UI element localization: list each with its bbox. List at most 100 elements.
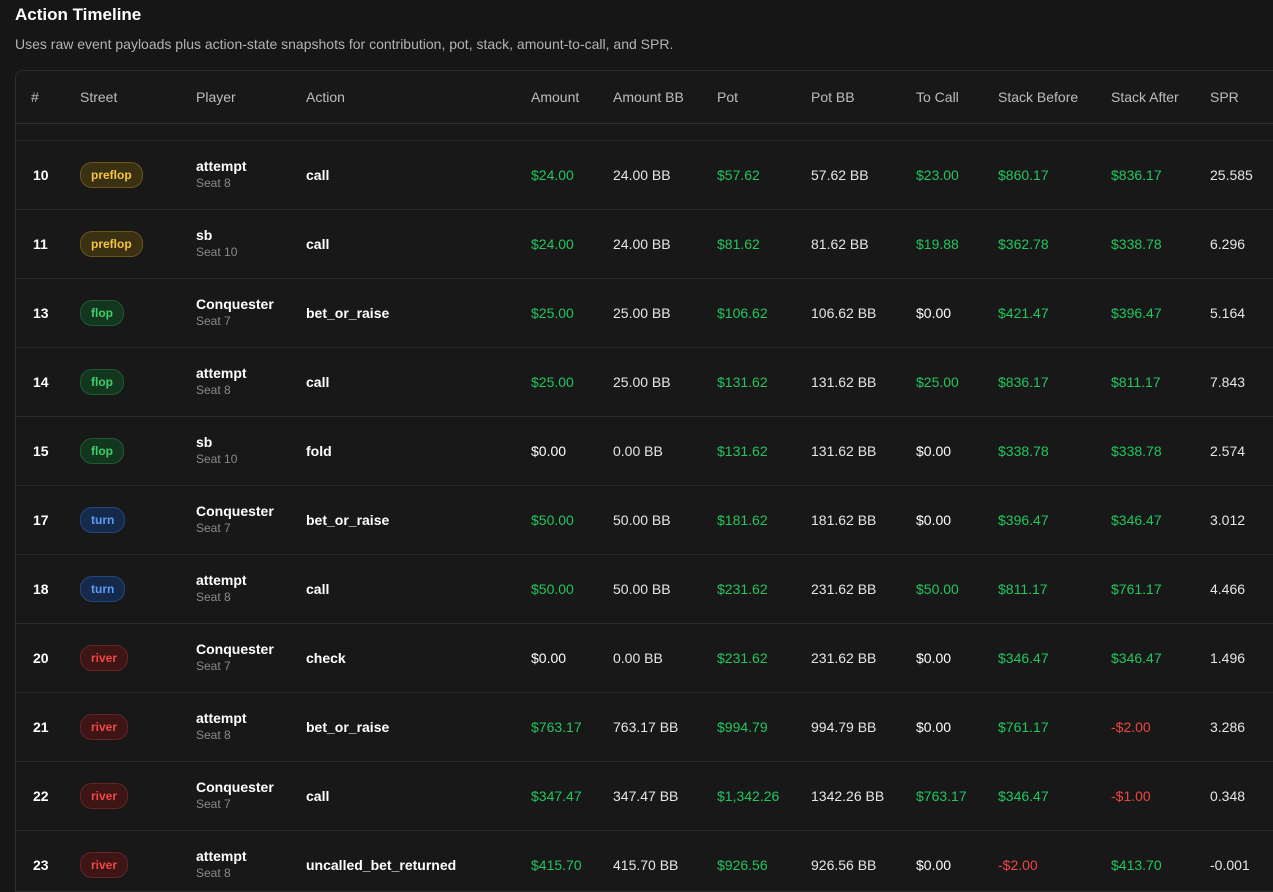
- cell-pot-bb: 131.62 BB: [811, 374, 877, 390]
- col-header-action[interactable]: Action: [306, 71, 345, 123]
- table-row[interactable]: 20 river Conquester Seat 7 check $0.00 0.00 BB…: [16, 624, 1273, 693]
- cell-stack-before: $346.47: [998, 788, 1049, 804]
- cell-pot-bb: 57.62 BB: [811, 167, 869, 183]
- col-header-pot[interactable]: Pot: [717, 71, 738, 123]
- table-row[interactable]: 15 flop sb Seat 10 fold $0.00 0.00 BB $131.62 13…: [16, 417, 1273, 486]
- cell-amount-bb: 25.00 BB: [613, 305, 671, 321]
- player-cell: Conquester Seat 7: [196, 296, 274, 329]
- row-number: 17: [33, 512, 49, 528]
- section-title: Action Timeline: [15, 5, 142, 24]
- cell-amount: $50.00: [531, 512, 574, 528]
- player-name: attempt: [196, 365, 247, 381]
- col-header-player[interactable]: Player: [196, 71, 236, 123]
- cell-pot-bb: 231.62 BB: [811, 581, 877, 597]
- cell-pot: $57.62: [717, 167, 760, 183]
- cell-stack-before: $811.17: [998, 581, 1048, 597]
- cell-amount: $50.00: [531, 581, 574, 597]
- table-row[interactable]: 11 preflop sb Seat 10 call $24.00 24.00 BB $81.…: [16, 210, 1273, 279]
- player-cell: attempt Seat 8: [196, 710, 247, 743]
- cell-amount-bb: 415.70 BB: [613, 857, 679, 873]
- col-header-street[interactable]: Street: [80, 71, 117, 123]
- street-badge: preflop: [80, 162, 143, 188]
- col-header-spr[interactable]: SPR: [1210, 71, 1239, 123]
- table-row[interactable]: 10 preflop attempt Seat 8 call $24.00 24.00 BB…: [16, 141, 1273, 210]
- cell-pot-bb: 81.62 BB: [811, 236, 869, 252]
- cell-stack-after: $811.17: [1111, 374, 1161, 390]
- row-number: 20: [33, 650, 49, 666]
- street-badge: turn: [80, 576, 126, 602]
- cell-amount-bb: 25.00 BB: [613, 374, 671, 390]
- cell-spr: 3.012: [1210, 512, 1246, 528]
- player-name: attempt: [196, 572, 247, 588]
- player-seat: Seat 7: [196, 659, 231, 673]
- row-number: 13: [33, 305, 49, 321]
- player-cell: attempt Seat 8: [196, 848, 247, 881]
- col-header-amount[interactable]: Amount: [531, 71, 579, 123]
- cell-amount: $0.00: [531, 650, 567, 666]
- cell-amount: $763.17: [531, 719, 582, 735]
- cell-amount: $24.00: [531, 236, 574, 252]
- col-header-to-call[interactable]: To Call: [916, 71, 959, 123]
- section-subtitle: Uses raw event payloads plus action-stat…: [15, 36, 674, 52]
- cell-stack-after: $396.47: [1111, 305, 1162, 321]
- table-body: 10 preflop attempt Seat 8 call $24.00 24.00 BB…: [16, 141, 1273, 891]
- col-header-stack-after[interactable]: Stack After: [1111, 71, 1179, 123]
- cell-amount: $24.00: [531, 167, 574, 183]
- table-row[interactable]: 13 flop Conquester Seat 7 bet_or_raise $25.00…: [16, 279, 1273, 348]
- cell-amount-bb: 24.00 BB: [613, 236, 671, 252]
- table-row[interactable]: 17 turn Conquester Seat 7 bet_or_raise $50.00…: [16, 486, 1273, 555]
- cell-pot: $1,342.26: [717, 788, 780, 804]
- row-number: 10: [33, 167, 49, 183]
- player-seat: Seat 10: [196, 452, 238, 466]
- player-seat: Seat 8: [196, 866, 231, 880]
- cell-stack-before: $362.78: [998, 236, 1049, 252]
- col-header-amount-bb[interactable]: Amount BB: [613, 71, 684, 123]
- action-label: call: [306, 581, 330, 597]
- cell-spr: 1.496: [1210, 650, 1246, 666]
- cell-spr: 4.466: [1210, 581, 1246, 597]
- action-label: check: [306, 650, 346, 666]
- cell-amount-bb: 24.00 BB: [613, 167, 671, 183]
- action-label: fold: [306, 443, 332, 459]
- col-header-pot-bb[interactable]: Pot BB: [811, 71, 855, 123]
- cell-pot-bb: 994.79 BB: [811, 719, 877, 735]
- table-row[interactable]: 23 river attempt Seat 8 uncalled_bet_returne…: [16, 831, 1273, 891]
- cell-pot: $131.62: [717, 374, 768, 390]
- cell-pot-bb: 181.62 BB: [811, 512, 877, 528]
- action-label: call: [306, 788, 330, 804]
- cell-to-call: $0.00: [916, 857, 952, 873]
- cell-stack-after: -$2.00: [1111, 719, 1151, 735]
- table-row[interactable]: 22 river Conquester Seat 7 call $347.47 347.47…: [16, 762, 1273, 831]
- player-cell: sb Seat 10: [196, 227, 237, 260]
- row-number: 14: [33, 374, 49, 390]
- section-header: Action Timeline Uses raw event payloads …: [0, 0, 1273, 53]
- cell-pot: $106.62: [717, 305, 768, 321]
- cell-stack-after: $761.17: [1111, 581, 1162, 597]
- row-number: 22: [33, 788, 49, 804]
- player-name: attempt: [196, 710, 247, 726]
- cell-amount-bb: 50.00 BB: [613, 512, 671, 528]
- cell-to-call: $0.00: [916, 650, 952, 666]
- player-name: Conquester: [196, 296, 274, 312]
- cell-to-call: $23.00: [916, 167, 959, 183]
- cell-stack-before: $761.17: [998, 719, 1049, 735]
- action-label: bet_or_raise: [306, 305, 390, 321]
- cell-amount: $415.70: [531, 857, 582, 873]
- street-badge: flop: [80, 438, 124, 464]
- player-seat: Seat 7: [196, 314, 231, 328]
- cell-stack-before: $421.47: [998, 305, 1049, 321]
- street-badge: river: [80, 783, 129, 809]
- cell-pot: $81.62: [717, 236, 760, 252]
- table-row[interactable]: 14 flop attempt Seat 8 call $25.00 25.00 BB $13…: [16, 348, 1273, 417]
- player-cell: Conquester Seat 7: [196, 503, 274, 536]
- row-number: 23: [33, 857, 49, 873]
- col-header-stack-before[interactable]: Stack Before: [998, 71, 1078, 123]
- cell-amount-bb: 0.00 BB: [613, 443, 663, 459]
- table-row[interactable]: 21 river attempt Seat 8 bet_or_raise $763.17 7…: [16, 693, 1273, 762]
- player-cell: Conquester Seat 7: [196, 641, 274, 674]
- col-header-number[interactable]: #: [31, 71, 39, 123]
- cell-stack-before: $396.47: [998, 512, 1049, 528]
- player-name: attempt: [196, 848, 247, 864]
- cell-pot: $926.56: [717, 857, 768, 873]
- table-row[interactable]: 18 turn attempt Seat 8 call $50.00 50.00 BB $23…: [16, 555, 1273, 624]
